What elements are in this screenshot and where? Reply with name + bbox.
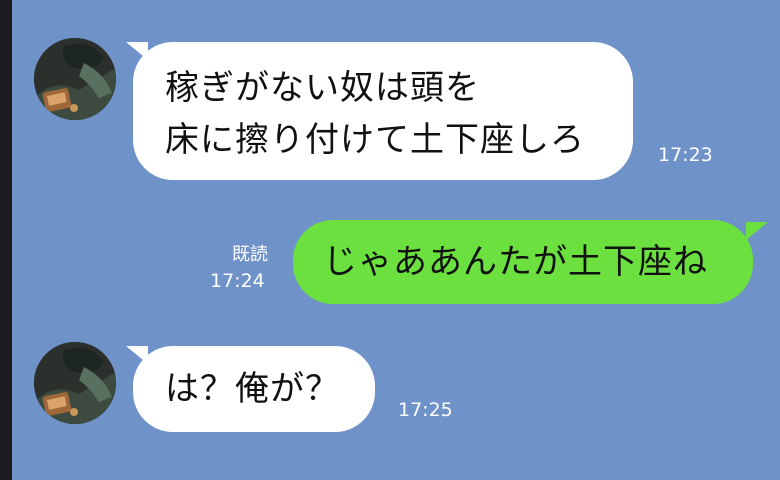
message-line: じゃああんたが土下座ね (323, 242, 708, 282)
profile-photo-icon (34, 38, 116, 120)
sender-avatar[interactable] (34, 38, 116, 120)
outgoing-bubble-tail (746, 222, 768, 240)
sender-avatar[interactable] (34, 342, 116, 424)
profile-photo-icon (34, 342, 116, 424)
outgoing-message-bubble[interactable]: じゃああんたが土下座ね (293, 220, 753, 304)
incoming-message-bubble[interactable]: 稼ぎがない奴は頭を 床に擦り付けて土下座しろ (133, 42, 633, 180)
message-timestamp: 17:23 (658, 144, 713, 166)
message-line: 床に擦り付けて土下座しろ (165, 120, 585, 160)
read-receipt: 既読 (232, 244, 268, 265)
message-timestamp: 17:25 (398, 399, 453, 421)
message-line: は？俺が？ (165, 369, 340, 409)
incoming-message-bubble[interactable]: は？俺が？ (133, 346, 375, 432)
message-line: 稼ぎがない奴は頭を (165, 68, 480, 108)
message-timestamp: 17:24 (210, 270, 265, 292)
window-edge (0, 0, 12, 480)
